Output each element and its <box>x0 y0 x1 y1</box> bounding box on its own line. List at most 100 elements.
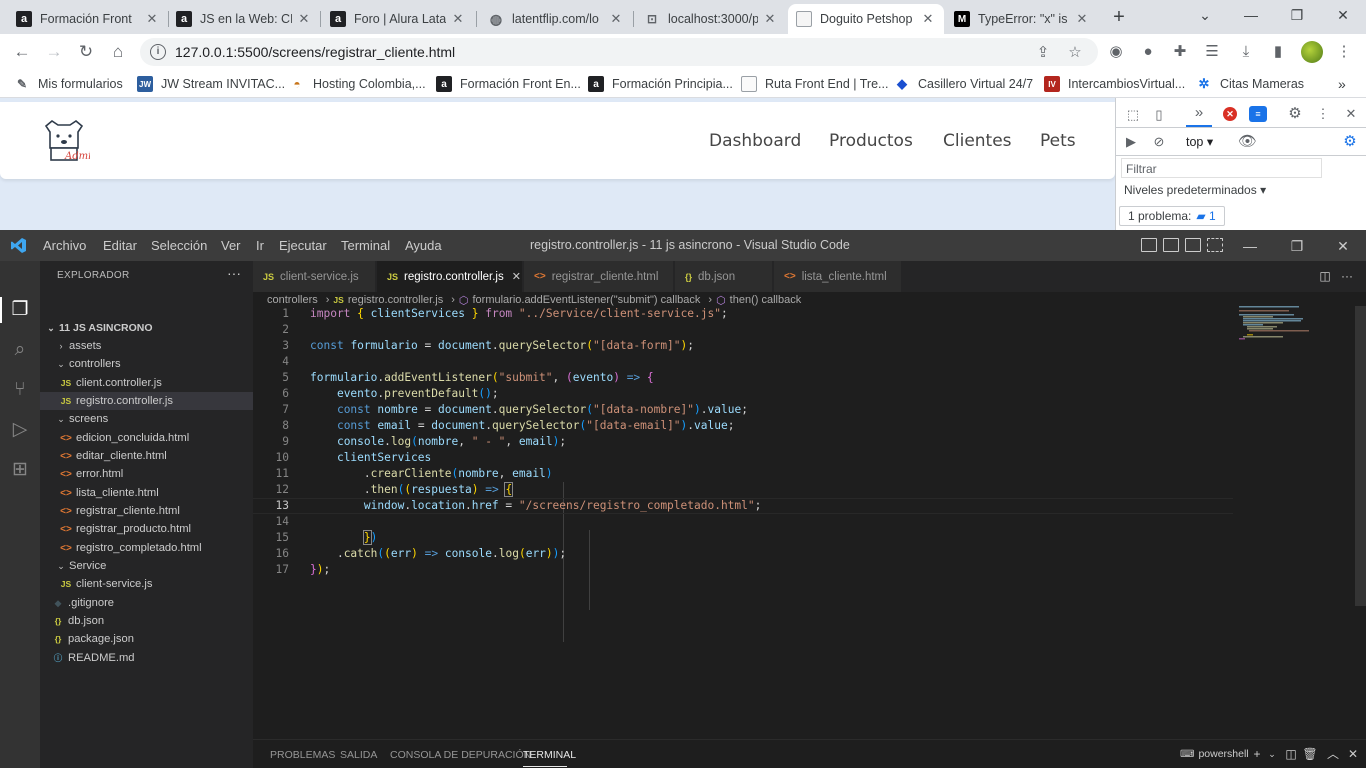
new-tab-button[interactable]: + <box>1108 6 1130 28</box>
forward-button[interactable]: → <box>42 40 66 64</box>
error-count-icon[interactable]: ✕ <box>1223 107 1237 121</box>
panel-tab-problems[interactable]: PROBLEMAS <box>270 749 335 761</box>
minimize-button[interactable]: — <box>1238 4 1264 26</box>
browser-tab-active[interactable]: Doguito Petshop ✕ <box>788 4 944 34</box>
more-actions-icon[interactable]: ··· <box>227 265 241 281</box>
camera-icon[interactable]: ◉ <box>1106 42 1126 62</box>
bookmark-item[interactable]: a Formación Principia... <box>588 75 733 93</box>
toggle-secondary-sidebar-icon[interactable] <box>1185 238 1201 252</box>
menu-terminal[interactable]: Terminal <box>341 238 390 253</box>
close-window-button[interactable]: ✕ <box>1333 236 1353 256</box>
tree-folder[interactable]: ⌄ Service <box>40 557 253 575</box>
tree-file[interactable]: <> registro_completado.html <box>40 539 253 557</box>
breadcrumb-item[interactable]: controllers <box>267 294 318 306</box>
bookmark-item[interactable]: IV IntercambiosVirtual... <box>1044 75 1185 93</box>
clear-console-icon[interactable]: ⊘ <box>1150 133 1168 151</box>
issues-button[interactable]: 1 problema: ▰ 1 <box>1119 206 1225 226</box>
tree-folder[interactable]: ⌄ screens <box>40 410 253 428</box>
toggle-sidebar-icon[interactable] <box>1141 238 1157 252</box>
browser-tab[interactable]: a Foro | Alura Latar ✕ <box>322 4 474 34</box>
bookmark-item[interactable]: ✎ Mis formularios <box>14 75 123 93</box>
tree-file[interactable]: {} db.json <box>40 612 253 630</box>
source-control-icon[interactable]: ⑂ <box>8 378 32 402</box>
code-editor[interactable]: 1 import { clientServices } from "../Serv… <box>253 306 1233 642</box>
tree-file[interactable]: JS client-service.js <box>40 575 253 593</box>
minimize-button[interactable]: — <box>1240 236 1260 256</box>
tree-file-selected[interactable]: JS registro.controller.js <box>40 392 253 410</box>
nav-dashboard[interactable]: Dashboard <box>709 131 801 151</box>
panel-tab-terminal[interactable]: TERMINAL <box>523 749 576 761</box>
toggle-panel-icon[interactable] <box>1163 238 1179 252</box>
run-debug-icon[interactable]: ▷ <box>8 418 32 442</box>
filter-input[interactable]: Filtrar <box>1121 158 1322 178</box>
menu-archivo[interactable]: Archivo <box>43 238 86 253</box>
editor-tab[interactable]: <> lista_cliente.html <box>774 261 902 292</box>
minimap[interactable] <box>1239 306 1354 346</box>
editor-tab[interactable]: <> registrar_cliente.html <box>524 261 674 292</box>
restore-button[interactable]: ❐ <box>1284 4 1310 26</box>
bookmark-item[interactable]: Ruta Front End | Tre... <box>741 75 888 93</box>
tree-folder[interactable]: › assets <box>40 337 253 355</box>
back-button[interactable]: ← <box>10 40 34 64</box>
explorer-icon[interactable]: ❐ <box>8 298 32 322</box>
close-panel-icon[interactable]: ✕ <box>1345 746 1361 762</box>
more-bookmarks-icon[interactable]: » <box>1338 75 1346 93</box>
nav-productos[interactable]: Productos <box>829 131 913 151</box>
close-icon[interactable]: ✕ <box>762 11 778 27</box>
menu-editar[interactable]: Editar <box>103 238 137 253</box>
extensions-icon[interactable]: ⊞ <box>8 458 32 482</box>
maximize-panel-icon[interactable]: ︿ <box>1325 746 1341 762</box>
more-panels-icon[interactable]: » <box>1190 104 1208 122</box>
menu-seleccion[interactable]: Selección <box>151 238 207 253</box>
tree-file[interactable]: <> lista_cliente.html <box>40 484 253 502</box>
bookmark-item[interactable]: JW JW Stream INVITAC... <box>137 75 285 93</box>
tab-search-icon[interactable]: ⌄ <box>1192 4 1218 26</box>
panel-tab-debug-console[interactable]: CONSOLA DE DEPURACIÓN <box>390 749 531 761</box>
reading-list-icon[interactable]: ☰ <box>1202 42 1222 62</box>
close-icon[interactable]: ✕ <box>144 11 160 27</box>
browser-tab[interactable]: ◍ latentflip.com/lo ✕ <box>480 4 632 34</box>
tree-file[interactable]: ◆ .gitignore <box>40 594 253 612</box>
close-icon[interactable]: ✕ <box>1342 105 1360 123</box>
search-icon[interactable]: ⌕ <box>8 338 32 362</box>
nav-pets[interactable]: Pets <box>1040 131 1076 151</box>
trash-icon[interactable]: 🗑 <box>1302 746 1318 762</box>
tree-file[interactable]: <> registrar_cliente.html <box>40 502 253 520</box>
split-terminal-icon[interactable]: ◫ <box>1283 746 1299 762</box>
browser-tab[interactable]: a Formación Front ✕ <box>8 4 168 34</box>
new-terminal-icon[interactable]: + <box>1249 746 1265 762</box>
breadcrumb-item[interactable]: formulario.addEventListener("submit") ca… <box>472 294 700 306</box>
menu-ir[interactable]: Ir <box>256 238 264 253</box>
menu-ejecutar[interactable]: Ejecutar <box>279 238 327 253</box>
log-levels-select[interactable]: Niveles predeterminados ▾ <box>1124 183 1266 197</box>
tree-file[interactable]: ⓘ README.md <box>40 649 253 667</box>
bookmark-item[interactable]: a Formación Front En... <box>436 75 581 93</box>
menu-ayuda[interactable]: Ayuda <box>405 238 442 253</box>
sidebar-toggle-icon[interactable]: ▶ <box>1122 133 1140 151</box>
menu-ver[interactable]: Ver <box>221 238 241 253</box>
close-window-button[interactable]: ✕ <box>1330 4 1356 26</box>
close-icon[interactable]: ✕ <box>1074 11 1090 27</box>
chevron-down-icon[interactable]: ⌄ <box>1264 746 1280 762</box>
menu-kebab-icon[interactable]: ⋮ <box>1334 42 1354 62</box>
editor-scrollbar[interactable] <box>1355 306 1366 606</box>
close-icon[interactable]: ✕ <box>512 270 521 283</box>
editor-tab[interactable]: JS client-service.js <box>253 261 376 292</box>
browser-tab[interactable]: ⊡ localhost:3000/p ✕ <box>636 4 786 34</box>
doguito-logo[interactable]: Admin <box>38 118 90 164</box>
panel-tab-output[interactable]: SALIDA <box>340 749 377 761</box>
close-icon[interactable]: ✕ <box>450 11 466 27</box>
tree-folder-root[interactable]: ⌄ 11 JS ASINCRONO <box>40 319 253 337</box>
eye-icon[interactable]: 👁 <box>1238 133 1257 151</box>
editor-tab-active[interactable]: JS registro.controller.js ✕ <box>377 261 523 292</box>
tree-file[interactable]: <> error.html <box>40 465 253 483</box>
terminal-shell-selector[interactable]: ⌨ powershell <box>1180 748 1249 760</box>
bookmark-item[interactable]: ◆ Casillero Virtual 24/7 <box>894 75 1033 93</box>
profile-avatar[interactable] <box>1301 41 1323 63</box>
customize-layout-icon[interactable] <box>1207 238 1223 252</box>
settings-icon[interactable]: ⚙ <box>1286 105 1304 123</box>
editor-tab[interactable]: {} db.json <box>675 261 773 292</box>
url-text[interactable]: 127.0.0.1:5500/screens/registrar_cliente… <box>175 44 455 60</box>
restore-button[interactable]: ❐ <box>1287 236 1307 256</box>
close-icon[interactable]: ✕ <box>920 11 936 27</box>
